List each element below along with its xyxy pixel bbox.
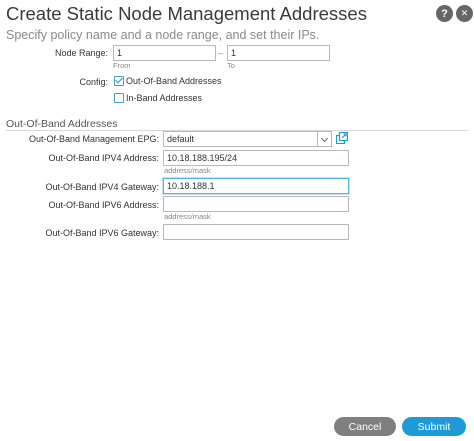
- help-button[interactable]: ?: [436, 5, 453, 22]
- node-range-from-hint: From: [113, 61, 131, 70]
- ipv6-address-label: Out-Of-Band IPV6 Address:: [48, 200, 159, 210]
- inband-addresses-label: In-Band Addresses: [126, 93, 203, 103]
- ipv4-gateway-input[interactable]: 10.18.188.1: [163, 178, 349, 194]
- node-range-to-input[interactable]: 1: [227, 45, 330, 61]
- config-label: Config:: [79, 77, 108, 87]
- node-range-label: Node Range:: [54, 48, 108, 58]
- ipv6-address-input[interactable]: [163, 196, 349, 212]
- submit-button[interactable]: Submit: [402, 417, 466, 436]
- ipv6-address-hint: address/mask: [164, 212, 211, 221]
- oob-section-title: Out-Of-Band Addresses: [6, 118, 118, 130]
- node-range-from-input[interactable]: 1: [113, 45, 216, 61]
- epg-label: Out-Of-Band Management EPG:: [28, 134, 159, 144]
- epg-select-value: default: [167, 134, 195, 144]
- link-icon[interactable]: [336, 132, 348, 144]
- dialog-subtitle: Specify policy name and a node range, an…: [6, 28, 320, 42]
- chevron-down-icon[interactable]: [317, 132, 331, 146]
- close-button[interactable]: ✕: [456, 5, 473, 22]
- oob-addresses-checkbox[interactable]: [114, 75, 124, 86]
- ipv4-gateway-label: Out-Of-Band IPV4 Gateway:: [45, 182, 159, 192]
- help-icon: ?: [441, 7, 448, 20]
- dialog-title: Create Static Node Management Addresses: [6, 3, 367, 24]
- ipv4-address-input[interactable]: 10.18.188.195/24: [163, 150, 349, 166]
- inband-addresses-checkbox[interactable]: [114, 93, 124, 103]
- ipv4-address-hint: address/mask: [164, 166, 211, 175]
- ipv6-gateway-input[interactable]: [163, 224, 349, 240]
- ipv4-address-label: Out-Of-Band IPV4 Address:: [48, 153, 159, 163]
- ipv6-gateway-label: Out-Of-Band IPV6 Gateway:: [45, 228, 159, 238]
- close-icon: ✕: [460, 8, 469, 18]
- oob-addresses-label: Out-Of-Band Addresses: [126, 76, 222, 86]
- epg-select[interactable]: default: [163, 131, 332, 147]
- cancel-button[interactable]: Cancel: [334, 417, 396, 436]
- node-range-to-hint: To: [227, 61, 235, 70]
- checkmark-icon: [115, 75, 123, 84]
- node-range-separator: –: [218, 48, 224, 58]
